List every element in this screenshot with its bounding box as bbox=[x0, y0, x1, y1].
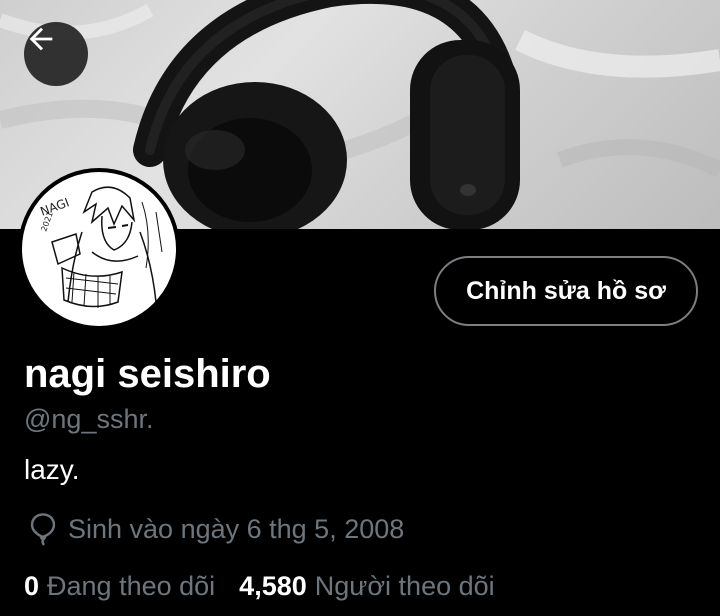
followers-label: Người theo dõi bbox=[314, 571, 495, 601]
birthday-row: Sinh vào ngày 6 thg 5, 2008 bbox=[28, 512, 404, 546]
follow-stats: 0 Đang theo dõi 4,580 Người theo dõi bbox=[24, 569, 495, 603]
following-count: 0 bbox=[24, 571, 40, 601]
avatar[interactable]: NAGI 2021 bbox=[18, 168, 180, 330]
followers-count: 4,580 bbox=[239, 571, 307, 601]
bio: lazy. bbox=[24, 454, 80, 485]
arrow-left-icon bbox=[29, 27, 53, 51]
edit-profile-button[interactable]: Chỉnh sửa hồ sơ bbox=[434, 256, 698, 326]
following-link[interactable]: 0 Đang theo dõi bbox=[24, 569, 215, 603]
balloon-icon bbox=[30, 513, 56, 546]
display-name: nagi seishiro bbox=[24, 352, 271, 396]
back-button[interactable] bbox=[24, 22, 88, 86]
svg-text:NAGI: NAGI bbox=[38, 195, 71, 218]
following-label: Đang theo dõi bbox=[47, 571, 216, 601]
user-handle: @ng_sshr. bbox=[24, 404, 154, 434]
birthday-text: Sinh vào ngày 6 thg 5, 2008 bbox=[68, 514, 405, 544]
followers-link[interactable]: 4,580 Người theo dõi bbox=[239, 569, 494, 603]
avatar-image: NAGI 2021 bbox=[22, 172, 176, 326]
